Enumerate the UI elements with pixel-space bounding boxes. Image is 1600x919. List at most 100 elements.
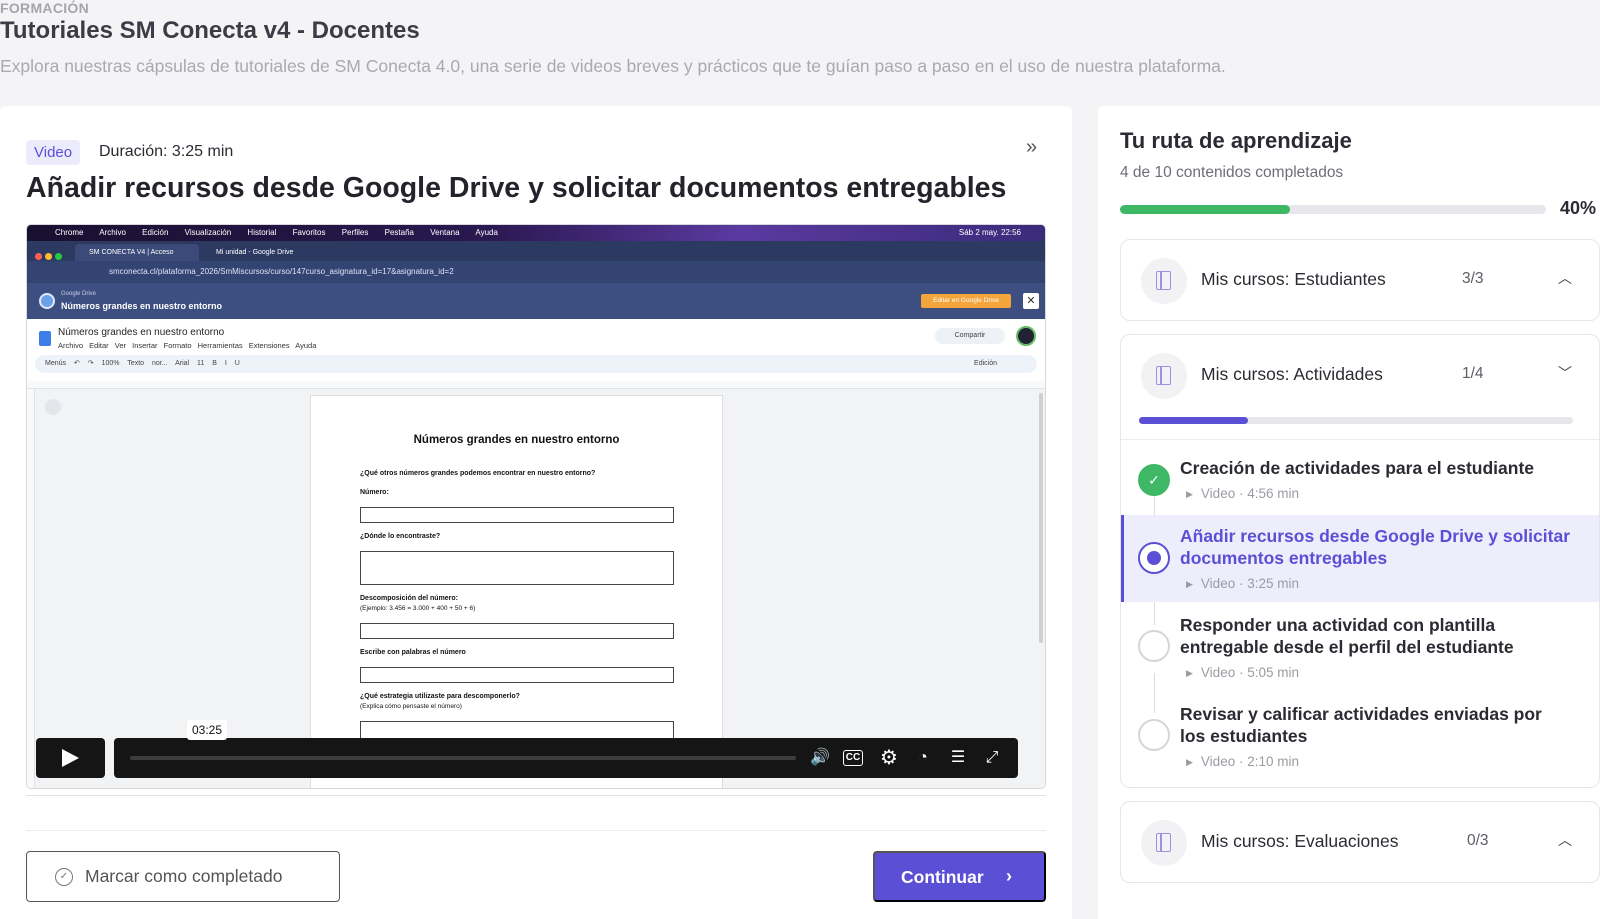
fullscreen-icon[interactable]: ⤢ xyxy=(980,746,1004,770)
module-estudiantes[interactable]: Mis cursos: Estudiantes 3/3 ︿ xyxy=(1120,239,1600,321)
lesson-item-title: Añadir recursos desde Google Drive y sol… xyxy=(1180,526,1570,568)
module-count: 1/4 xyxy=(1462,365,1484,382)
playback-speed-icon[interactable]: ◔ xyxy=(911,746,935,770)
module-progress xyxy=(1139,417,1573,424)
docs-icon xyxy=(39,331,51,346)
drive-preview-bar: Google Drive Números grandes en nuestro … xyxy=(27,283,1045,319)
docs-header: Números grandes en nuestro entorno Archi… xyxy=(27,319,1045,381)
browser-tabs: SM CONECTA V4 | Acceso Mi unidad - Googl… xyxy=(27,241,1045,261)
mac-menu-item: Archivo xyxy=(99,228,126,237)
lesson-item-meta: ▶ Video · 5:05 min xyxy=(1186,665,1299,680)
lesson-item[interactable]: Responder una actividad con plantilla en… xyxy=(1121,602,1599,691)
module-count: 0/3 xyxy=(1467,832,1489,849)
toolbar-tools: Menús ↶ ↷ 100% Texto nor... Arial 11 B I… xyxy=(45,360,240,367)
toolbar-mode: Edición xyxy=(974,360,997,367)
pending-circle-icon xyxy=(1138,719,1170,751)
page-title: Tutoriales SM Conecta v4 - Docentes xyxy=(0,17,420,44)
doc-answer-box xyxy=(360,507,674,523)
doc-scrollbar xyxy=(1039,393,1043,643)
lesson-item-meta-text: Video · 3:25 min xyxy=(1200,576,1299,591)
vertical-ruler xyxy=(27,389,35,788)
doc-page: Números grandes en nuestro entorno ¿Qué … xyxy=(310,395,723,788)
lesson-item-title: Creación de actividades para el estudian… xyxy=(1180,458,1535,478)
doc-question: ¿Dónde lo encontraste? xyxy=(360,533,441,540)
chevron-right-icon: › xyxy=(1006,866,1012,886)
browser-tab: SM CONECTA V4 | Acceso xyxy=(75,244,199,261)
url-text: smconecta.cl/plataforma_2026/SmMiscursos… xyxy=(109,267,454,276)
mac-menu-item: Edición xyxy=(142,228,169,237)
chevron-down-icon[interactable]: ﹀ xyxy=(1558,363,1572,383)
mac-menu-item: Pestaña xyxy=(384,228,414,237)
learning-path-title: Tu ruta de aprendizaje xyxy=(1120,128,1352,153)
mark-complete-label: Marcar como completado xyxy=(85,866,283,886)
module-header[interactable]: Mis cursos: Estudiantes 3/3 ︿ xyxy=(1121,240,1599,320)
close-icon: ✕ xyxy=(1023,293,1039,309)
player-controls: 03:25 🔊 CC ⚙ ◔ ☰ ⤢ xyxy=(36,720,1018,778)
browser-tab: Mi unidad - Google Drive xyxy=(216,249,294,256)
drive-icon xyxy=(39,293,55,309)
outline-icon xyxy=(45,399,61,415)
learning-path-progress-fill xyxy=(1120,205,1291,214)
seek-bar[interactable] xyxy=(130,756,796,760)
module-name: Mis cursos: Actividades xyxy=(1201,364,1383,384)
lesson-item-meta-text: Video · 4:56 min xyxy=(1200,486,1299,501)
lesson-title: Añadir recursos desde Google Drive y sol… xyxy=(26,172,1007,204)
doc-question: Descomposición del número: xyxy=(360,595,459,602)
mac-menu-item: Ayuda xyxy=(475,228,498,237)
volume-icon[interactable]: 🔊 xyxy=(808,746,832,770)
page-eyebrow: FORMACIÓN xyxy=(0,0,90,16)
doc-heading: Números grandes en nuestro entorno xyxy=(413,434,620,446)
doc-canvas: Números grandes en nuestro entorno ¿Qué … xyxy=(27,389,1045,788)
mac-menu-item: Favoritos xyxy=(292,228,326,237)
mac-menu-bar: Chrome Archivo Edición Visualización His… xyxy=(27,225,1045,241)
address-bar: smconecta.cl/plataforma_2026/SmMiscursos… xyxy=(27,261,1045,283)
module-progress-fill xyxy=(1139,417,1248,424)
lesson-item[interactable]: Revisar y calificar actividades enviadas… xyxy=(1121,691,1599,780)
play-icon xyxy=(62,749,79,767)
expand-icon[interactable]: » xyxy=(1026,136,1037,159)
mark-complete-button[interactable]: ✓ Marcar como completado xyxy=(26,851,340,902)
divider xyxy=(1121,439,1599,440)
captions-icon[interactable]: CC xyxy=(843,750,863,766)
drive-label: Google Drive xyxy=(61,291,97,297)
video-player[interactable]: Chrome Archivo Edición Visualización His… xyxy=(26,224,1046,789)
content-type-badge: Video xyxy=(26,140,81,165)
edit-in-drive-button: Editar en Google Drive xyxy=(921,294,1011,308)
mac-menu-item: Chrome xyxy=(55,228,84,237)
doc-question: ¿Qué otros números grandes podemos encon… xyxy=(360,470,596,477)
continue-button[interactable]: Continuar › xyxy=(873,851,1046,902)
lesson-item-active[interactable]: Añadir recursos desde Google Drive y sol… xyxy=(1121,515,1599,602)
doc-toolbar: Menús ↶ ↷ 100% Texto nor... Arial 11 B I… xyxy=(35,355,1037,373)
play-icon: ▶ xyxy=(1186,757,1193,767)
play-icon: ▶ xyxy=(1186,668,1193,678)
doc-note: (Explica cómo pensaste el número) xyxy=(360,703,462,710)
book-icon xyxy=(1141,820,1187,866)
module-header[interactable]: Mis cursos: Actividades 1/4 ﹀ xyxy=(1121,335,1599,415)
settings-icon[interactable]: ⚙ xyxy=(877,746,901,770)
lesson-item[interactable]: ✓ Creación de actividades para el estudi… xyxy=(1121,447,1599,515)
transcript-icon[interactable]: ☰ xyxy=(946,746,970,770)
avatar xyxy=(1016,326,1036,346)
mac-menu-item: Perfiles xyxy=(341,228,369,237)
divider xyxy=(26,795,1046,796)
module-evaluaciones[interactable]: Mis cursos: Evaluaciones 0/3 ︿ xyxy=(1120,801,1600,883)
mac-menu-item: Visualización xyxy=(184,228,232,237)
horizontal-ruler xyxy=(27,381,1045,389)
lesson-item-title: Revisar y calificar actividades enviadas… xyxy=(1180,704,1542,746)
doc-answer-box xyxy=(360,623,674,639)
doc-note: (Ejemplo: 3.456 = 3.000 + 400 + 50 + 6) xyxy=(360,605,476,612)
chevron-up-icon[interactable]: ︿ xyxy=(1558,268,1572,288)
module-count: 3/3 xyxy=(1462,270,1484,287)
play-icon: ▶ xyxy=(1186,489,1193,499)
chevron-up-icon[interactable]: ︿ xyxy=(1558,830,1572,850)
mac-menu-item: Ventana xyxy=(430,228,460,237)
module-name: Mis cursos: Evaluaciones xyxy=(1201,831,1399,851)
module-header[interactable]: Mis cursos: Evaluaciones 0/3 ︿ xyxy=(1121,802,1599,882)
learning-path-progress xyxy=(1120,205,1546,214)
module-name: Mis cursos: Estudiantes xyxy=(1201,269,1386,289)
play-button[interactable] xyxy=(36,738,105,778)
lesson-item-title: Responder una actividad con plantilla en… xyxy=(1180,615,1514,657)
current-lesson-icon xyxy=(1138,542,1170,574)
book-icon xyxy=(1141,258,1187,304)
doc-question: ¿Qué estrategia utilizaste para descompo… xyxy=(360,693,520,700)
